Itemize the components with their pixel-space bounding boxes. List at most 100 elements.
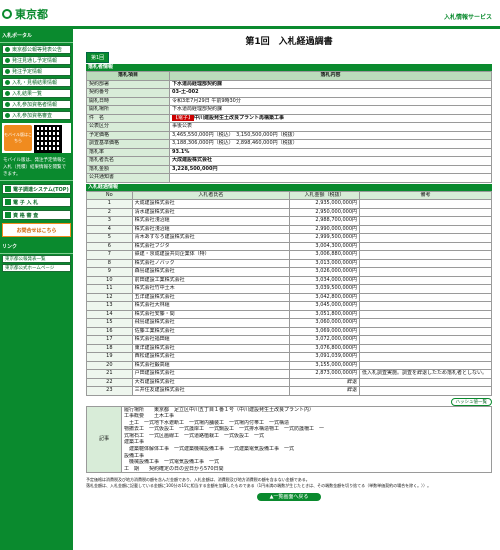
- sidebar-menu-label: 発注予定情報: [12, 69, 43, 75]
- bid-no: 12: [86, 292, 133, 302]
- table-row: 19 西松建設株式会社 3,091,039,000円: [86, 352, 492, 362]
- remark-line: 建築躯体解体工事 一式建築機械設備工事 一式建築電気設備工事 一式: [124, 446, 295, 453]
- tab-round-1[interactable]: 第1回: [86, 52, 110, 63]
- table-row: 契約番号 03-土-002: [86, 88, 492, 98]
- remark-line: 工事概要 土木工事: [124, 413, 175, 420]
- sidebar-system-button[interactable]: 資 格 審 査: [2, 210, 71, 221]
- bidder-name: 西松建設株式会社: [131, 352, 290, 362]
- table-row: 15 飛島建設株式会社 3,060,000,000円: [86, 318, 492, 328]
- table-row: 21 戸田建設株式会社 2,873,000,000円 低入札調査実施。調査を辞退したた…: [86, 369, 492, 379]
- table-row: 1 大成建設株式会社 2,935,000,000円: [86, 199, 492, 209]
- bid-no: 11: [86, 284, 133, 294]
- bidder-name: 三井住友建設株式会社: [131, 386, 290, 396]
- back-to-list-button[interactable]: ▲一覧画面へ戻る: [257, 493, 321, 502]
- bidder-name: 株式会社福田組: [131, 335, 290, 345]
- info-value-cell: 03-土-002: [169, 88, 492, 98]
- tokyo-logo[interactable]: 東京都: [2, 6, 48, 22]
- hash-list-button[interactable]: ハッシュ値一覧: [450, 397, 492, 406]
- bid-amount: 2,999,500,000円: [288, 233, 361, 243]
- remark-line: 建築工事: [124, 439, 145, 446]
- sidebar: 入札ポータル 東京都公報等発表公告 発注見通し予定情報 発注予定情報 入札・見積結果情…: [0, 29, 73, 550]
- sidebar-menu-item[interactable]: 発注予定情報: [2, 67, 71, 76]
- bidder-name: 株式会社鍛高組: [131, 360, 290, 370]
- table-row: 11 株式会社竹中土木 3,039,500,000円: [86, 284, 492, 294]
- bid-note: [359, 309, 492, 319]
- sidebar-system-button[interactable]: 電子調達システム(TOP): [2, 184, 71, 195]
- bidder-name: 株式会社ノバック: [131, 258, 290, 268]
- bid-amount: 辞退: [288, 377, 361, 387]
- bid-amount: 3,155,000,000円: [288, 360, 361, 370]
- bid-table: No 入札者氏名 入札金額（税抜） 備考 1 大成建設株式会社 2,935,000,000円…: [86, 190, 492, 396]
- remark-line: 物撤去工 一式仮設工 一式護岸工 一式鋼設工 一式排水構造物工 一式防護柵工 一: [124, 426, 325, 433]
- bid-no: 18: [86, 343, 133, 353]
- bid-amount: 3,006,880,000円: [288, 250, 361, 260]
- bid-no: 5: [86, 233, 133, 243]
- table-row: 5 青木あすなろ建設株式会社 2,999,500,000円: [86, 233, 492, 243]
- bid-amount: 2,988,700,000円: [288, 216, 361, 226]
- remark-content: 履行場所 東京都 足立区中川五丁目１番１号（中川建設発生土改良プラント内） 工事概…: [121, 405, 492, 474]
- sidebar-menu-item[interactable]: 東京都公報等発表公告: [2, 45, 71, 54]
- sidebar-link[interactable]: 東京都公報発表一覧: [2, 255, 71, 264]
- table-row: 件 名【電子】中川建設発生土改良プラント再構築工事: [86, 113, 492, 123]
- info-value: 下水道局経理部契約課: [172, 106, 223, 112]
- info-value-cell: 令和3年7月29日 午前9時30分: [169, 96, 492, 106]
- bidder-name: 株式会社大林組: [131, 301, 290, 311]
- bid-note: [359, 318, 492, 328]
- column-header: 落札項目: [86, 71, 170, 81]
- info-value-cell: 大成建設株式会社: [169, 156, 492, 166]
- table-row: 16 佐藤工業株式会社 3,069,000,000円: [86, 326, 492, 336]
- bidder-name: 鉄建・京成建設共同企業体（特）: [131, 250, 290, 260]
- bid-no: 9: [86, 267, 133, 277]
- system-icon: [5, 186, 11, 193]
- bid-note: [359, 275, 492, 285]
- bid-no: 17: [86, 335, 133, 345]
- mobile-site-button[interactable]: モバイル版はこちら: [4, 125, 32, 151]
- system-icon: [5, 199, 11, 206]
- info-value: 3,228,500,000円: [172, 165, 218, 172]
- info-value-cell: 3,188,306,000円（税込） 2,898,460,000円（税抜）: [169, 139, 492, 149]
- section-bid-history: 入札経過情報: [86, 183, 492, 191]
- bidder-name: 株式会社フジタ: [131, 241, 290, 251]
- info-value-cell: 下水道局経理部契約課: [169, 79, 492, 89]
- sidebar-link[interactable]: 東京都公式ホームページ: [2, 264, 71, 273]
- main-content: 第1回 入札経過調書 第1回 落札者情報 落札項目 落札内容 契約部署 下水道局経理部…: [86, 29, 492, 502]
- sidebar-menu-label: 東京都公報等発表公告: [12, 47, 63, 53]
- sidebar-system-button[interactable]: 電 子 入 札: [2, 197, 71, 208]
- sidebar-button-label: 電 子 入 札: [13, 199, 39, 206]
- arrow-icon: [5, 80, 10, 85]
- bidder-name: 東洋建設株式会社: [131, 343, 290, 353]
- bidder-name: 大石建設株式会社: [131, 377, 290, 387]
- info-label: 開札日時: [86, 96, 170, 106]
- bidder-name: 前田建設工業株式会社: [131, 275, 290, 285]
- bid-no: 16: [86, 326, 133, 336]
- bid-note: [359, 386, 492, 396]
- sidebar-menu-item[interactable]: 入札・見積結果情報: [2, 78, 71, 87]
- mobile-note: モバイル版は、発注予定情報と入札（見積）結果情報を閲覧できます。: [0, 156, 73, 182]
- sidebar-menu-item[interactable]: 入札参加資格者情報: [2, 100, 71, 109]
- info-value: 大成建設株式会社: [172, 157, 213, 163]
- bid-amount: 3,026,000,000円: [288, 267, 361, 277]
- sidebar-menu-item[interactable]: 入札参加資格審査: [2, 111, 71, 120]
- remark-line: 式場石工 一式区画線工 一式道路植栽工 一式仮設工 一式: [124, 432, 265, 439]
- info-label: 開札場所: [86, 105, 170, 115]
- info-label: 公共通知書: [86, 173, 170, 183]
- sidebar-menu-item[interactable]: 発注見通し予定情報: [2, 56, 71, 65]
- bid-no: 13: [86, 301, 133, 311]
- bid-no: 14: [86, 309, 133, 319]
- bid-note: [359, 326, 492, 336]
- table-row: 公共通知書: [86, 173, 492, 183]
- info-value: 下水道局経理部契約課: [172, 80, 223, 87]
- table-row: 6 株式会社フジタ 3,004,300,000円: [86, 241, 492, 251]
- inquiry-button[interactable]: お問合せはこちら: [2, 223, 71, 238]
- sidebar-menu-item[interactable]: 入札結果一覧: [2, 89, 71, 98]
- bid-amount: 辞退: [288, 386, 361, 396]
- table-row: 9 森島建設株式会社 3,026,000,000円: [86, 267, 492, 277]
- column-header: 備考: [359, 190, 492, 200]
- bid-note: [359, 284, 492, 294]
- bid-note: [359, 241, 492, 251]
- info-value: 93.1%: [172, 148, 190, 155]
- bid-amount: 2,935,000,000円: [288, 199, 361, 209]
- bid-note: [359, 335, 492, 345]
- sidebar-menu-label: 入札・見積結果情報: [12, 80, 58, 86]
- table-row: 18 東洋建設株式会社 3,076,800,000円: [86, 343, 492, 353]
